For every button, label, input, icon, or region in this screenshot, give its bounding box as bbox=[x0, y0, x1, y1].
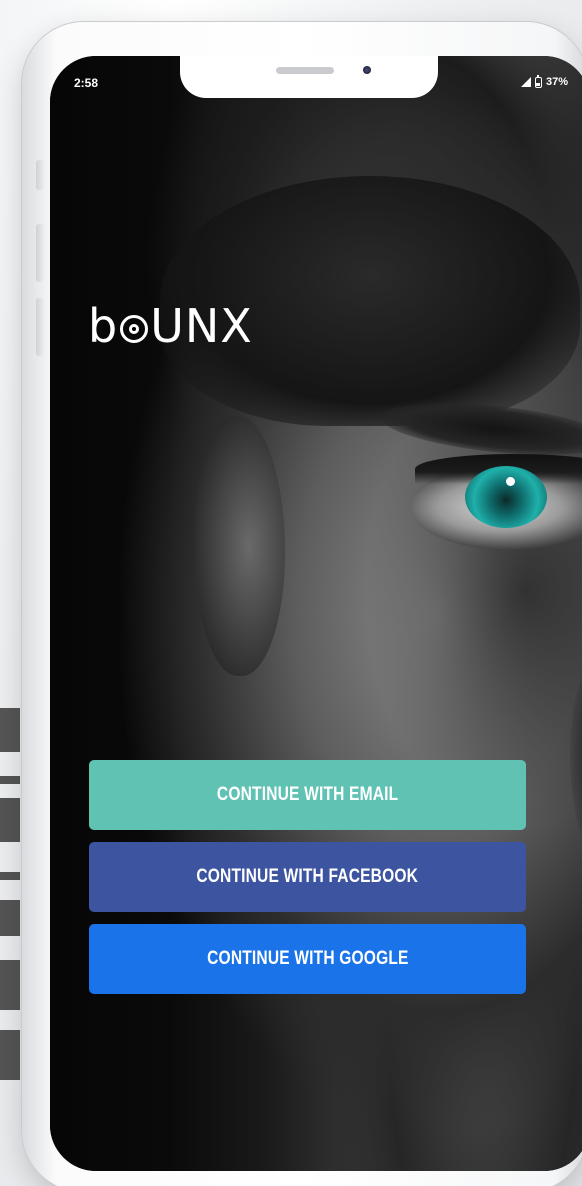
photo-iris bbox=[465, 466, 547, 528]
facebook-button-label: CONTINUE WITH FACEBOOK bbox=[196, 866, 419, 887]
notch bbox=[180, 56, 438, 98]
logo-mark-icon bbox=[120, 315, 149, 343]
front-camera bbox=[363, 66, 371, 74]
continue-with-google-button[interactable]: CONTINUE WITH GOOGLE bbox=[89, 924, 526, 994]
side-button bbox=[36, 160, 44, 190]
speaker-grille bbox=[276, 67, 334, 74]
battery-percentage: 37% bbox=[545, 76, 568, 88]
status-time: 2:58 bbox=[74, 76, 99, 90]
continue-with-facebook-button[interactable]: CONTINUE WITH FACEBOOK bbox=[89, 842, 526, 912]
app-screen: 2:58 37% b UNX CONTINUE WITH EMAIL CONTI… bbox=[50, 56, 582, 1171]
stage: 2:58 37% b UNX CONTINUE WITH EMAIL CONTI… bbox=[0, 0, 582, 1186]
logo-text-start: b bbox=[88, 299, 119, 353]
photo-eye-glint bbox=[506, 477, 515, 486]
continue-with-email-button[interactable]: CONTINUE WITH EMAIL bbox=[89, 760, 526, 830]
google-button-label: CONTINUE WITH GOOGLE bbox=[206, 948, 409, 969]
volume-up-button bbox=[36, 224, 44, 282]
email-button-label: CONTINUE WITH EMAIL bbox=[216, 784, 399, 805]
logo-text-end: UNX bbox=[150, 299, 253, 353]
signal-icon bbox=[520, 77, 531, 87]
status-icons: 37% bbox=[520, 74, 568, 88]
app-logo: b UNX bbox=[88, 296, 253, 356]
battery-icon bbox=[534, 74, 542, 88]
volume-down-button bbox=[36, 298, 44, 356]
